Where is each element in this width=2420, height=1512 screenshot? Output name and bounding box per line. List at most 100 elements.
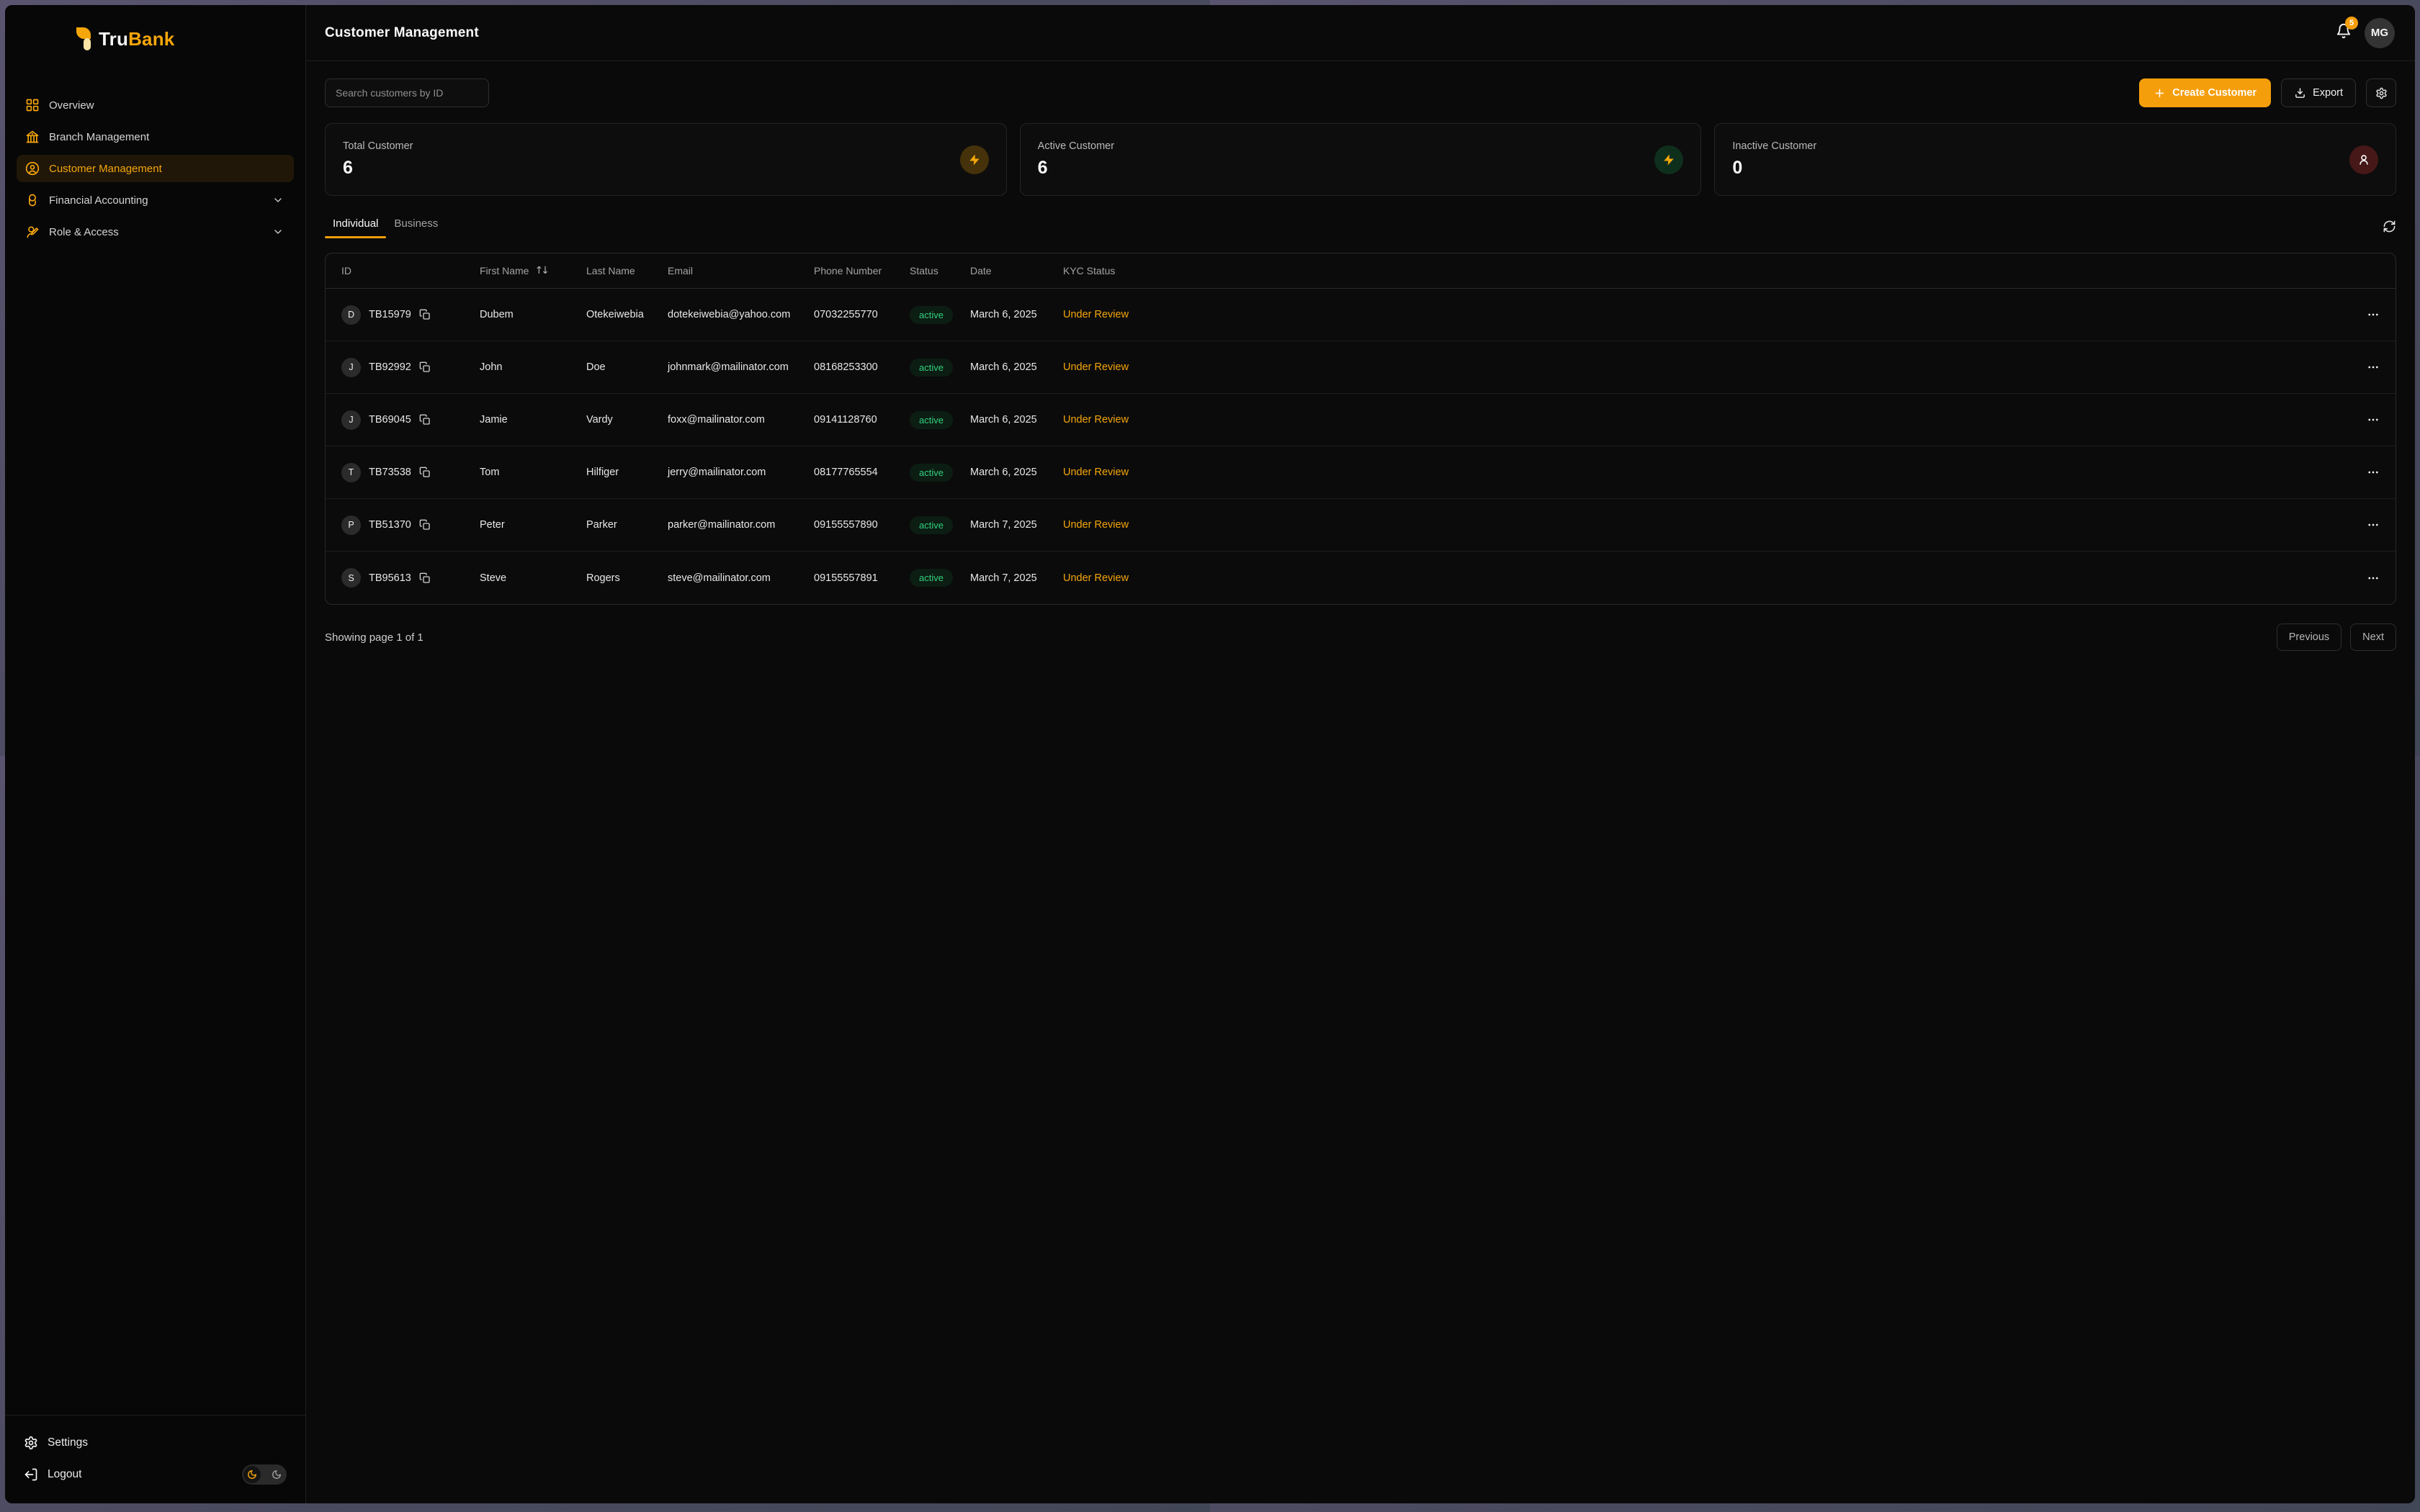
gear-icon <box>2375 87 2388 99</box>
email: parker@mailinator.com <box>668 519 814 531</box>
sidebar-item-role-access[interactable]: Role & Access <box>17 218 294 246</box>
customer-id: TB95613 <box>369 572 411 584</box>
kyc-status-link[interactable]: Under Review <box>1063 309 1165 320</box>
date: March 7, 2025 <box>970 572 1063 584</box>
notifications-button[interactable]: 5 <box>2336 23 2352 42</box>
kyc-status-link[interactable]: Under Review <box>1063 519 1165 531</box>
first-name: Jamie <box>480 414 586 426</box>
row-actions-button[interactable] <box>2367 361 2380 374</box>
copy-icon[interactable] <box>419 414 431 426</box>
status-badge: active <box>910 464 953 482</box>
tab-business[interactable]: Business <box>386 217 446 238</box>
table-settings-button[interactable] <box>2366 78 2396 107</box>
user-circle-icon <box>25 161 40 176</box>
sidebar-item-label: Financial Accounting <box>49 194 148 207</box>
phone: 09141128760 <box>814 414 910 426</box>
table-row[interactable]: DTB15979 Dubem Otekeiwebia dotekeiwebia@… <box>326 289 2396 341</box>
row-actions-button[interactable] <box>2367 572 2380 585</box>
theme-toggle[interactable] <box>242 1464 287 1485</box>
stat-label: Total Customer <box>343 140 413 152</box>
tab-individual[interactable]: Individual <box>325 217 386 238</box>
logout-menu-item[interactable]: Logout <box>24 1459 287 1490</box>
kyc-status-link[interactable]: Under Review <box>1063 467 1165 478</box>
refresh-button[interactable] <box>2383 220 2396 237</box>
export-button[interactable]: Export <box>2281 78 2356 107</box>
sidebar-nav: Overview Branch Management Customer Mana… <box>5 91 305 246</box>
copy-icon[interactable] <box>419 361 431 373</box>
phone: 08168253300 <box>814 361 910 373</box>
row-actions-button[interactable] <box>2367 308 2380 321</box>
column-header-status: Status <box>910 265 970 276</box>
row-avatar: S <box>341 568 361 588</box>
copy-icon[interactable] <box>419 467 431 478</box>
dark-mode-option[interactable] <box>243 1466 261 1483</box>
table-row[interactable]: PTB51370 Peter Parker parker@mailinator.… <box>326 499 2396 552</box>
table-row[interactable]: STB95613 Steve Rogers steve@mailinator.c… <box>326 552 2396 604</box>
search-input[interactable] <box>325 78 489 107</box>
phone: 08177765554 <box>814 467 910 478</box>
table-header-row: ID First Name↑↓ Last Name Email Phone Nu… <box>326 253 2396 289</box>
sidebar-item-overview[interactable]: Overview <box>17 91 294 119</box>
ellipsis-icon <box>2367 466 2380 479</box>
sidebar-footer: Settings Logout <box>5 1415 305 1503</box>
stat-value: 6 <box>1038 158 1114 179</box>
sidebar-item-financial-accounting[interactable]: Financial Accounting <box>17 186 294 214</box>
previous-page-button[interactable]: Previous <box>2277 624 2341 651</box>
export-label: Export <box>2313 87 2343 99</box>
first-name: Tom <box>480 467 586 478</box>
logout-icon <box>24 1467 38 1482</box>
bolt-icon <box>1654 145 1683 174</box>
stat-card-total-customer: Total Customer 6 <box>325 123 1007 196</box>
sidebar-item-branch-management[interactable]: Branch Management <box>17 123 294 150</box>
last-name: Parker <box>586 519 668 531</box>
row-actions-button[interactable] <box>2367 413 2380 426</box>
chevron-down-icon <box>271 194 285 206</box>
plus-icon <box>2154 87 2166 99</box>
grid-icon <box>25 98 40 112</box>
bank-icon <box>25 130 40 144</box>
table-footer: Showing page 1 of 1 Previous Next <box>325 624 2396 651</box>
first-name: Steve <box>480 572 586 584</box>
stat-label: Inactive Customer <box>1732 140 1816 152</box>
column-header-last-name: Last Name <box>586 265 668 276</box>
last-name: Otekeiwebia <box>586 309 668 320</box>
trubank-logo-icon <box>74 27 91 51</box>
app-window: TruBank Overview Branch Management Custo… <box>5 5 2415 1503</box>
row-actions-button[interactable] <box>2367 518 2380 531</box>
copy-icon[interactable] <box>419 309 431 320</box>
next-page-button[interactable]: Next <box>2350 624 2396 651</box>
column-header-date: Date <box>970 265 1063 276</box>
kyc-status-link[interactable]: Under Review <box>1063 572 1165 584</box>
light-mode-option[interactable] <box>268 1466 285 1483</box>
row-avatar: J <box>341 358 361 377</box>
sidebar-item-customer-management[interactable]: Customer Management <box>17 155 294 182</box>
sidebar: TruBank Overview Branch Management Custo… <box>5 5 306 1503</box>
avatar[interactable]: MG <box>2365 18 2395 48</box>
table-row[interactable]: TTB73538 Tom Hilfiger jerry@mailinator.c… <box>326 446 2396 499</box>
copy-icon[interactable] <box>419 519 431 531</box>
phone: 07032255770 <box>814 309 910 320</box>
create-customer-button[interactable]: Create Customer <box>2139 78 2271 107</box>
sidebar-item-label: Overview <box>49 99 94 112</box>
row-actions-button[interactable] <box>2367 466 2380 479</box>
first-name: Dubem <box>480 309 586 320</box>
first-name: Peter <box>480 519 586 531</box>
table-row[interactable]: JTB69045 Jamie Vardy foxx@mailinator.com… <box>326 394 2396 446</box>
column-header-first-name[interactable]: First Name↑↓ <box>480 265 586 276</box>
brand-logo: TruBank <box>5 5 305 58</box>
coins-icon <box>25 193 40 207</box>
create-customer-label: Create Customer <box>2172 87 2257 99</box>
table-row[interactable]: JTB92992 John Doe johnmark@mailinator.co… <box>326 341 2396 394</box>
date: March 6, 2025 <box>970 414 1063 426</box>
last-name: Rogers <box>586 572 668 584</box>
copy-icon[interactable] <box>419 572 431 584</box>
last-name: Doe <box>586 361 668 373</box>
ellipsis-icon <box>2367 413 2380 426</box>
sort-icon[interactable]: ↑↓ <box>534 265 549 276</box>
bolt-icon <box>960 145 989 174</box>
phone: 09155557891 <box>814 572 910 584</box>
kyc-status-link[interactable]: Under Review <box>1063 414 1165 426</box>
kyc-status-link[interactable]: Under Review <box>1063 361 1165 373</box>
settings-menu-item[interactable]: Settings <box>24 1427 287 1459</box>
row-avatar: P <box>341 516 361 535</box>
